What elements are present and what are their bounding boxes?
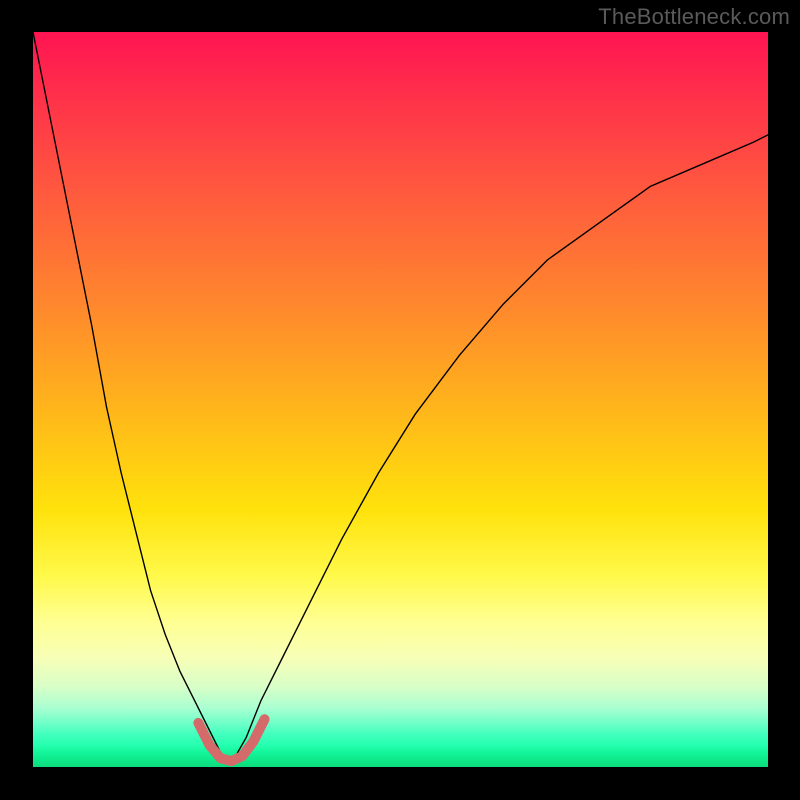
plot-area [33,32,768,767]
curves-svg [33,32,768,767]
bottom-highlight [198,719,264,761]
watermark-text: TheBottleneck.com [598,4,790,30]
right-curve [231,135,768,763]
chart-container: TheBottleneck.com [0,0,800,800]
left-curve [33,32,231,763]
